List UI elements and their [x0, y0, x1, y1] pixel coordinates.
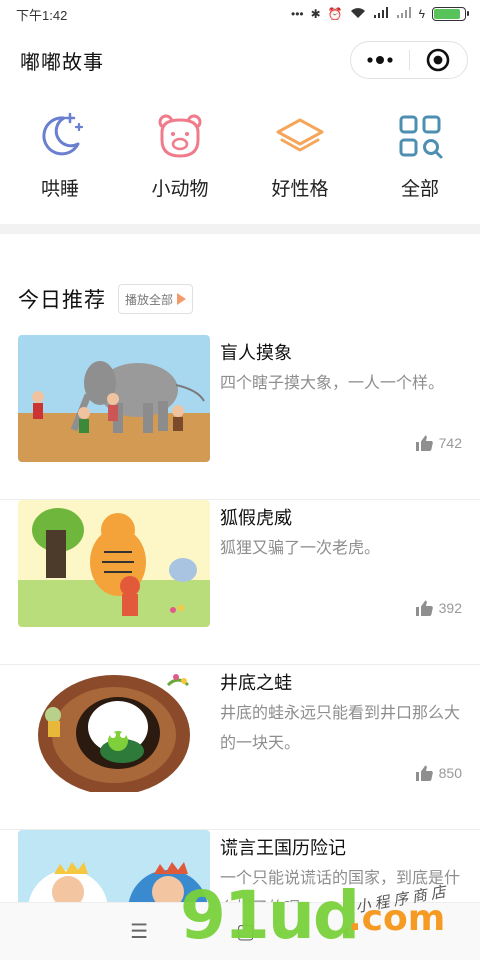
alarm-icon: ⏰ — [327, 7, 343, 21]
like-count[interactable]: 742 — [415, 435, 462, 451]
category-label: 好性格 — [271, 179, 329, 200]
play-all-button[interactable]: 播放全部 — [118, 284, 194, 314]
grid-search-icon — [399, 115, 443, 159]
navigation-bar: 嘟嘟故事 — [0, 28, 480, 92]
status-time: 下午1:42 — [16, 7, 68, 23]
category-all[interactable]: 全部 — [360, 110, 480, 222]
section-divider — [0, 224, 480, 234]
thumbs-up-icon — [415, 435, 433, 451]
target-icon — [426, 48, 450, 72]
battery-icon — [432, 7, 469, 21]
story-title: 井底之蛙 — [220, 673, 292, 693]
category-personality[interactable]: 好性格 — [240, 110, 360, 222]
story-thumbnail-tiger — [18, 500, 210, 627]
like-number: 742 — [438, 435, 462, 451]
back-button[interactable]: ‹ — [343, 920, 350, 943]
category-grid: 哄睡 小动物 好性格 全部 — [0, 92, 480, 222]
category-animals[interactable]: 小动物 — [120, 110, 240, 222]
signal-icon-2 — [396, 6, 412, 22]
status-icons: ••• ✱ ⏰ ϟ — [291, 6, 469, 22]
story-card[interactable]: 盲人摸象 四个瞎子摸大象，一人一个样。 742 — [0, 335, 480, 500]
recommend-header: 今日推荐 播放全部 — [0, 234, 480, 324]
play-all-label: 播放全部 — [125, 292, 174, 307]
signal-icon — [373, 6, 389, 22]
moon-stars-icon — [42, 112, 84, 156]
close-mini-program-button[interactable] — [410, 42, 468, 78]
story-description: 四个瞎子摸大象，一人一个样。 — [220, 375, 445, 392]
story-description: 井底的蛙永远只能看到井口那么大的一块天。 — [220, 705, 461, 752]
more-dots-icon: ••• — [291, 7, 304, 21]
like-count[interactable]: 850 — [415, 765, 462, 781]
status-bar: 下午1:42 ••• ✱ ⏰ ϟ — [0, 0, 480, 28]
bluetooth-icon: ✱ — [310, 7, 321, 21]
category-label: 哄睡 — [40, 179, 79, 200]
story-title: 谎言王国历险记 — [220, 838, 346, 858]
category-label: 全部 — [400, 179, 439, 200]
story-title: 盲人摸象 — [220, 343, 292, 363]
like-number: 392 — [438, 600, 462, 616]
story-card[interactable]: 井底之蛙 井底的蛙永远只能看到井口那么大的一块天。 850 — [0, 665, 480, 830]
story-thumbnail-frog — [18, 665, 210, 792]
page-title: 嘟嘟故事 — [20, 51, 104, 74]
story-title: 狐假虎威 — [220, 508, 292, 528]
more-menu-button[interactable] — [351, 42, 409, 78]
mini-program-capsule — [350, 41, 468, 79]
bear-face-icon — [158, 114, 202, 158]
system-nav-bar: ☰ ▢ ‹ — [0, 902, 480, 960]
thumbs-up-icon — [415, 765, 433, 781]
story-description: 狐狸又骗了一次老虎。 — [220, 540, 381, 557]
charging-icon: ϟ — [418, 7, 425, 21]
like-count[interactable]: 392 — [415, 600, 462, 616]
thumbs-up-icon — [415, 600, 433, 616]
more-dots-icon — [367, 56, 393, 64]
category-sleep[interactable]: 哄睡 — [0, 110, 120, 222]
wifi-icon — [350, 7, 366, 22]
layers-icon — [276, 118, 324, 152]
section-title: 今日推荐 — [18, 289, 106, 312]
play-icon — [177, 293, 187, 305]
like-number: 850 — [438, 765, 462, 781]
category-label: 小动物 — [151, 179, 209, 200]
story-card[interactable]: 狐假虎威 狐狸又骗了一次老虎。 392 — [0, 500, 480, 665]
home-button[interactable]: ▢ — [236, 919, 255, 944]
menu-button[interactable]: ☰ — [130, 919, 148, 944]
story-thumbnail-elephant — [18, 335, 210, 462]
